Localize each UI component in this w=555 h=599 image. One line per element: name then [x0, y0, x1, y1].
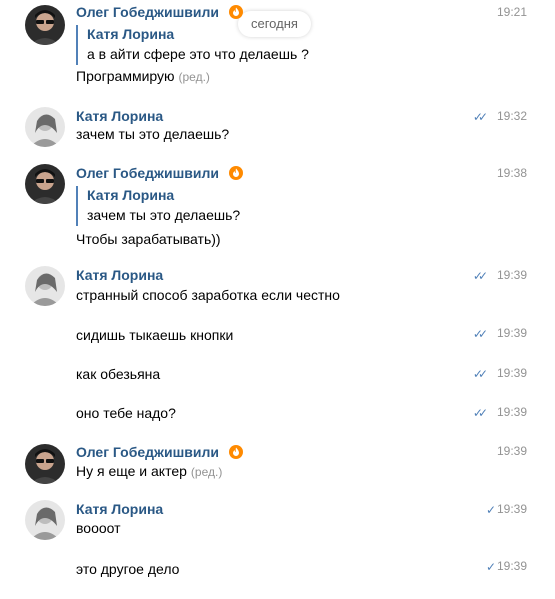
author-name[interactable]: Олег Гобеджишвили: [76, 4, 219, 20]
avatar[interactable]: [25, 5, 65, 45]
verified-flame-icon: [228, 5, 243, 22]
message-time: 19:39: [496, 405, 527, 419]
double-check-icon: ✓✓: [472, 367, 488, 381]
message-author[interactable]: Олег Гобеджишвили: [76, 165, 243, 183]
message-body: Программирую: [76, 68, 175, 84]
message-text: сидишь тыкаешь кнопки: [76, 327, 234, 343]
message-time: 19:39: [496, 444, 527, 458]
double-check-icon: ✓✓: [472, 406, 488, 420]
avatar[interactable]: [25, 107, 65, 147]
edited-label: (ред.): [178, 70, 210, 84]
quote-text: а в айти сфере это что делаешь ?: [87, 46, 309, 62]
message-time: 19:39: [496, 366, 527, 380]
message-time: 19:39: [496, 502, 527, 516]
single-check-icon: ✓: [485, 560, 496, 574]
message-text: Чтобы зарабатывать)): [76, 231, 221, 247]
message-time: 19:38: [496, 166, 527, 180]
message-body: Ну я еще и актер: [76, 463, 187, 479]
message-author[interactable]: Катя Лорина: [76, 501, 163, 517]
double-check-icon: ✓✓: [472, 327, 488, 341]
quote-author: Катя Лорина: [87, 26, 175, 42]
message-text: странный способ заработка если честно: [76, 287, 340, 303]
reply-quote[interactable]: Катя Лорина зачем ты это делаешь?: [76, 186, 240, 226]
message-author[interactable]: Олег Гобеджишвили: [76, 444, 243, 462]
message-text: зачем ты это делаешь?: [76, 126, 230, 142]
message-text: как обезьяна: [76, 366, 161, 382]
message-text: Программирую (ред.): [76, 68, 210, 84]
quote-text: зачем ты это делаешь?: [87, 207, 241, 223]
avatar[interactable]: [25, 164, 65, 204]
author-name[interactable]: Олег Гобеджишвили: [76, 165, 219, 181]
edited-label: (ред.): [190, 465, 223, 479]
single-check-icon: ✓: [485, 503, 496, 517]
message-text: оно тебе надо?: [76, 405, 176, 421]
message-time: 19:21: [496, 5, 527, 19]
author-name[interactable]: Олег Гобеджишвили: [76, 444, 219, 460]
message-text: это другое дело: [76, 561, 180, 577]
double-check-icon: ✓✓: [472, 110, 488, 124]
message-time: 19:32: [496, 109, 527, 123]
message-text: Ну я еще и актер (ред.): [76, 463, 222, 479]
message-author[interactable]: Катя Лорина: [76, 108, 163, 124]
quote-author: Катя Лорина: [87, 187, 175, 203]
double-check-icon: ✓✓: [472, 269, 488, 283]
avatar[interactable]: [25, 444, 65, 484]
verified-flame-icon: [228, 166, 243, 183]
avatar[interactable]: [25, 266, 65, 306]
avatar[interactable]: [25, 500, 65, 540]
message-time: 19:39: [496, 268, 527, 282]
reply-quote[interactable]: Катя Лорина а в айти сфере это что делае…: [76, 25, 309, 65]
message-time: 19:39: [496, 326, 527, 340]
message-author[interactable]: Олег Гобеджишвили: [76, 4, 243, 22]
message-text: воооот: [76, 520, 121, 536]
verified-flame-icon: [228, 445, 243, 462]
message-time: 19:39: [496, 559, 527, 573]
message-author[interactable]: Катя Лорина: [76, 267, 163, 283]
